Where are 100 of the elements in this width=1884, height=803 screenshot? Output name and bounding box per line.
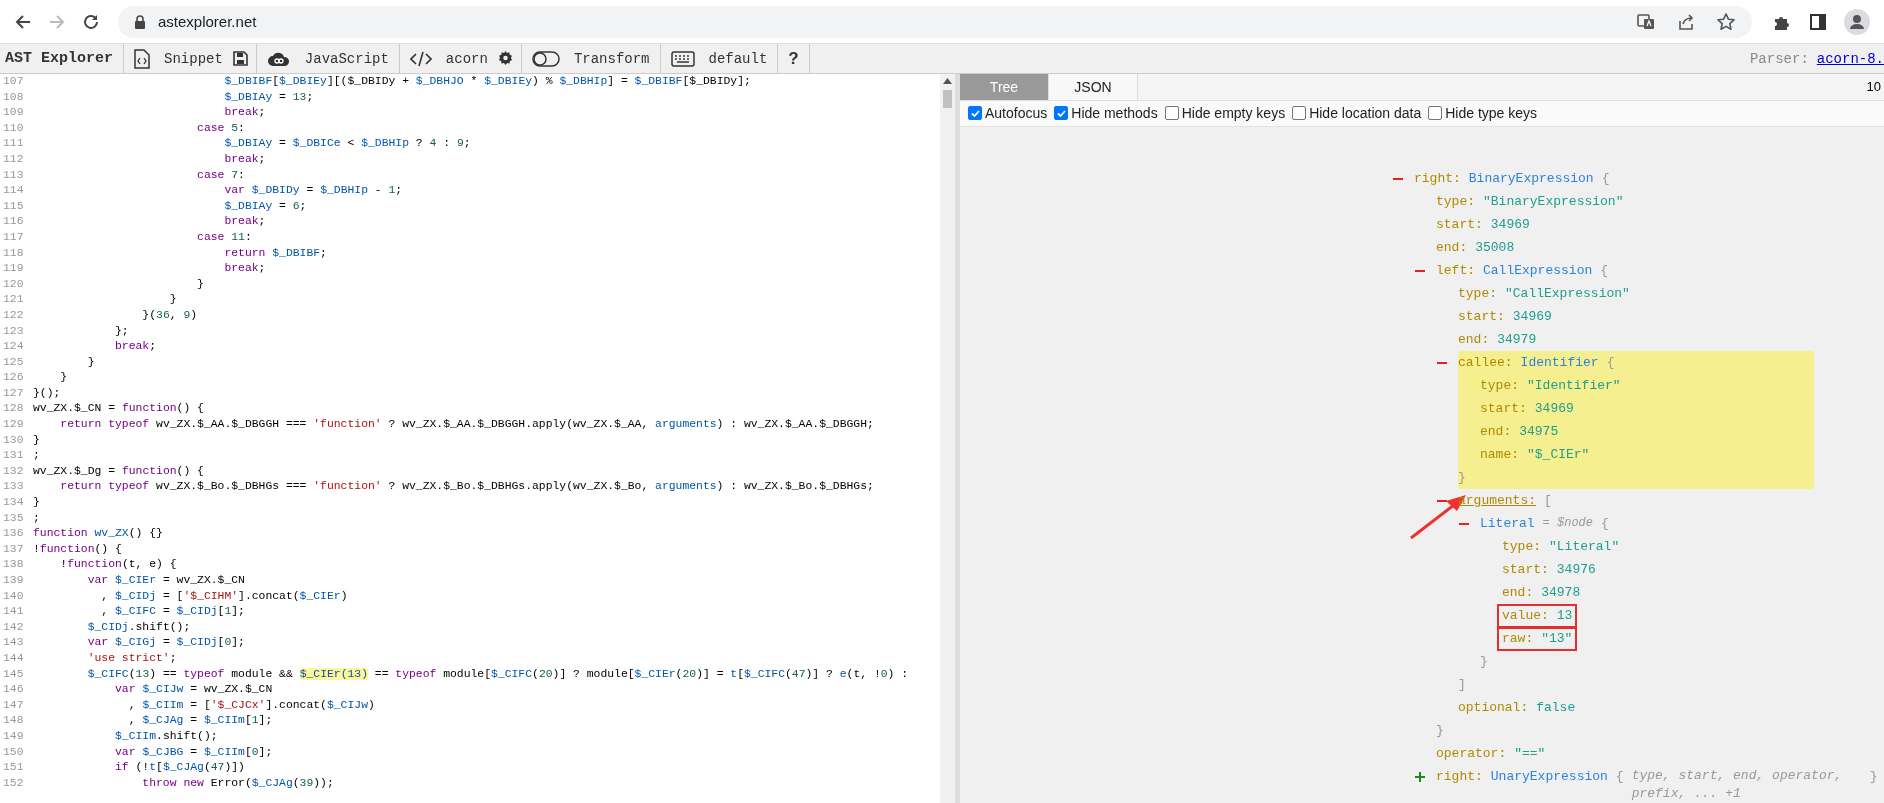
open-bracket: { bbox=[1615, 768, 1624, 786]
code-line: $_DBIAy = 6; bbox=[223, 198, 307, 214]
line-number: 122 bbox=[2, 307, 25, 323]
property-key: start: bbox=[1480, 399, 1527, 418]
property-value: "BinaryExpression" bbox=[1483, 192, 1624, 211]
open-bracket: { bbox=[1601, 515, 1609, 533]
option-checkbox[interactable]: Autofocus bbox=[968, 105, 1048, 122]
checkbox[interactable] bbox=[1054, 106, 1069, 121]
settings-icon bbox=[497, 51, 513, 66]
language-button[interactable]: JavaScript bbox=[260, 45, 395, 72]
line-number: 141 bbox=[2, 604, 25, 620]
translate-icon bbox=[1636, 11, 1656, 32]
property-key: value: bbox=[1502, 606, 1549, 625]
code-line: $_DBIAy = $_DBICe < $_DBHIp ? 4 : 9; bbox=[223, 136, 471, 152]
line-number: 124 bbox=[2, 339, 25, 355]
property-value: 34978 bbox=[1541, 583, 1581, 602]
code-line: 'use strict'; bbox=[86, 650, 177, 666]
line-number: 148 bbox=[2, 713, 25, 729]
scrollbar-thumb[interactable] bbox=[943, 90, 952, 108]
code-line: ; bbox=[33, 448, 40, 464]
line-number: 149 bbox=[2, 728, 25, 744]
line-number: 142 bbox=[2, 619, 25, 635]
line-number: 146 bbox=[2, 682, 25, 698]
code-line: var $_CJBG = $_CIIm[0]; bbox=[114, 744, 273, 760]
line-number: 138 bbox=[2, 557, 25, 573]
sidebar-icon bbox=[1808, 11, 1828, 32]
line-number: 115 bbox=[2, 198, 25, 214]
code-line: function wv_ZX() {} bbox=[33, 526, 163, 542]
line-number: 131 bbox=[2, 448, 25, 464]
code-line: $_DBIBF[$_DBIEy][($_DBIDy + $_DBHJO * $_DBIEy) % $_DBHIp] = $_DBIBF[$_DBIDy]; bbox=[223, 74, 751, 89]
line-number: 107 bbox=[2, 74, 25, 89]
property-key: end: bbox=[1436, 238, 1468, 257]
line-number: 134 bbox=[2, 495, 25, 511]
property-key: end: bbox=[1502, 583, 1534, 602]
close-bracket: ] bbox=[1458, 677, 1466, 692]
code-line: , $_CIIm = ['$_CJCx'].concat($_CIJw) bbox=[127, 697, 375, 713]
line-number: 117 bbox=[2, 229, 25, 245]
code-line: } bbox=[86, 354, 95, 370]
keyboard-icon bbox=[670, 50, 695, 67]
property-value: 13 bbox=[1556, 606, 1573, 625]
option-checkbox[interactable]: Hide location data bbox=[1292, 105, 1422, 122]
close-bracket: } bbox=[1869, 768, 1878, 786]
line-number: 126 bbox=[2, 370, 25, 386]
line-number: 151 bbox=[2, 760, 25, 776]
address-bar[interactable]: astexplorer.net bbox=[118, 5, 1752, 38]
line-number: 145 bbox=[2, 666, 25, 682]
expand-toggle[interactable] bbox=[1414, 770, 1426, 783]
checkbox[interactable] bbox=[1292, 106, 1307, 121]
code-line: } bbox=[33, 432, 40, 448]
property-key: type: bbox=[1480, 376, 1519, 395]
help-button[interactable]: ? bbox=[782, 45, 805, 72]
code-line: var $_CIEr = wv_ZX.$_CN bbox=[86, 573, 245, 588]
code-line: var $_CIGj = $_CIDj[0]; bbox=[86, 635, 245, 651]
line-number: 136 bbox=[2, 526, 25, 542]
parser-button[interactable]: acorn bbox=[403, 45, 494, 72]
option-checkbox[interactable]: Hide methods bbox=[1054, 105, 1158, 122]
code-icon bbox=[409, 50, 432, 67]
property-value: 34969 bbox=[1490, 215, 1530, 234]
open-bracket: { bbox=[1600, 262, 1609, 280]
property-key: type: bbox=[1436, 192, 1475, 211]
property-value: "==" bbox=[1514, 744, 1546, 763]
line-number: 132 bbox=[2, 463, 25, 479]
zoom-level: 10 bbox=[1866, 79, 1881, 95]
option-checkbox[interactable]: Hide type keys bbox=[1428, 105, 1538, 122]
property-value: 34979 bbox=[1497, 330, 1537, 349]
collapsed-summary: type, start, end, operator, prefix, ... +1 bbox=[1631, 767, 1844, 803]
line-number: 129 bbox=[2, 417, 25, 433]
property-key: raw: bbox=[1502, 629, 1534, 648]
checkbox[interactable] bbox=[1428, 106, 1443, 121]
node-note: = $node bbox=[1542, 515, 1594, 532]
code-line: } bbox=[33, 495, 40, 511]
parser-link[interactable]: acorn-8. bbox=[1816, 50, 1884, 67]
scrollbar[interactable] bbox=[940, 74, 955, 803]
close-bracket: } bbox=[1480, 654, 1488, 669]
line-number: 110 bbox=[2, 120, 25, 136]
property-value: 34976 bbox=[1556, 560, 1596, 579]
line-number: 120 bbox=[2, 276, 25, 292]
code-line: return $_DBIBF; bbox=[223, 245, 327, 261]
checkbox[interactable] bbox=[968, 106, 982, 121]
transform-button[interactable]: Transform bbox=[525, 45, 656, 72]
line-number: 109 bbox=[2, 105, 25, 121]
line-number: 121 bbox=[2, 292, 25, 308]
code-line: break; bbox=[223, 214, 266, 230]
code-line: } bbox=[196, 276, 204, 292]
scroll-up-icon bbox=[943, 78, 952, 84]
code-line: , $_CIDj = ['$_CIHM'].concat($_CIEr) bbox=[100, 588, 348, 604]
property-key: type: bbox=[1458, 284, 1497, 303]
checkbox[interactable] bbox=[1164, 106, 1179, 121]
code-line: return typeof wv_ZX.$_Bo.$_DBHGs === 'function' ? wv_ZX.$_Bo.$_DBHGs.apply(wv_ZX.$_Bo, arguments) : wv_ZX.$_Bo.$_DBHGs; bbox=[59, 479, 874, 495]
option-checkbox[interactable]: Hide empty keys bbox=[1164, 105, 1286, 122]
keymap-button[interactable]: default bbox=[664, 45, 774, 72]
code-line: !function() { bbox=[33, 541, 122, 557]
code-line: } bbox=[168, 292, 177, 308]
property-key: start: bbox=[1436, 215, 1483, 234]
open-bracket: { bbox=[1601, 170, 1610, 188]
share-icon bbox=[1676, 11, 1696, 32]
snippet-button[interactable]: Snippet bbox=[128, 45, 229, 72]
property-key: operator: bbox=[1436, 744, 1507, 763]
code-line: !function(t, e) { bbox=[59, 557, 177, 573]
reload-icon bbox=[82, 12, 100, 31]
